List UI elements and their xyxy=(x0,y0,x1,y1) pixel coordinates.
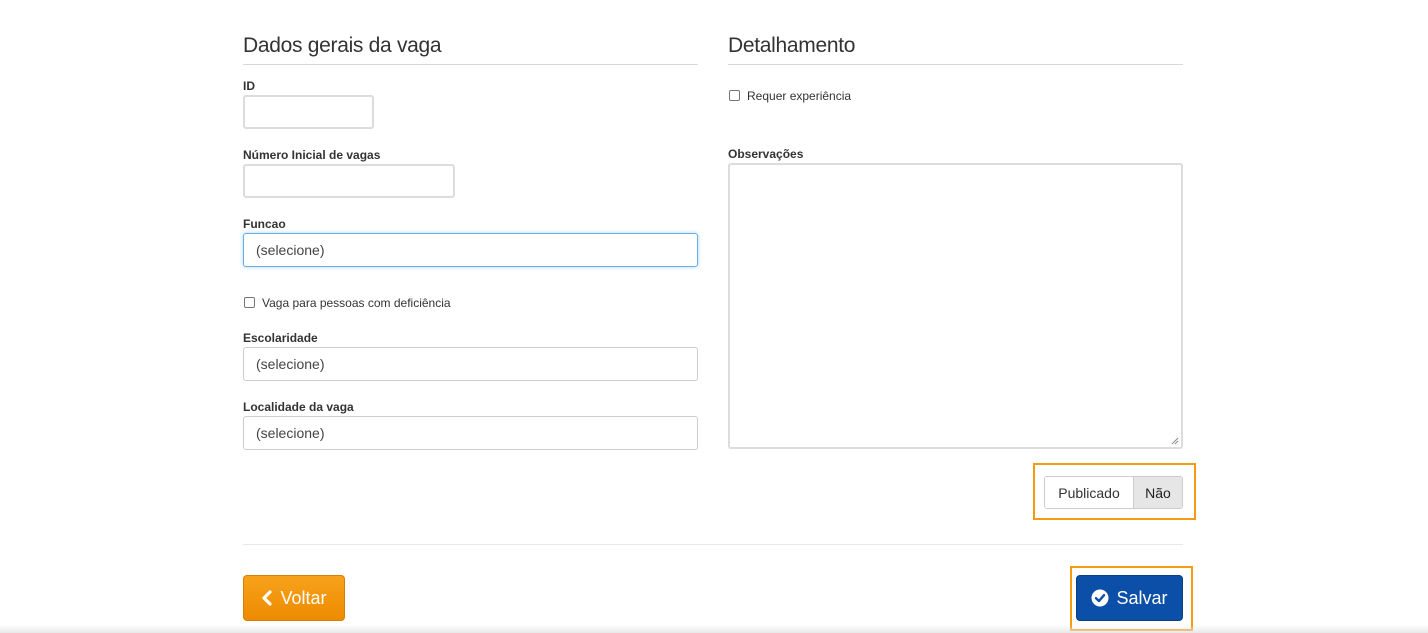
observacoes-textarea[interactable] xyxy=(728,163,1183,449)
section-title-dados-gerais: Dados gerais da vaga xyxy=(243,34,442,57)
observacoes-label: Observações xyxy=(728,147,804,161)
back-button-label: Voltar xyxy=(280,587,327,608)
section-divider-left xyxy=(243,64,698,65)
id-label: ID xyxy=(243,79,255,93)
funcao-label: Funcao xyxy=(243,217,286,231)
publish-toggle[interactable]: Publicado Não xyxy=(1044,476,1183,509)
section-title-detalhamento: Detalhamento xyxy=(728,34,856,57)
requer-experiencia-checkbox[interactable] xyxy=(729,90,740,101)
numero-vagas-label: Número Inicial de vagas xyxy=(243,148,381,162)
pcd-checkbox[interactable] xyxy=(244,297,255,308)
localidade-select[interactable]: (selecione) xyxy=(243,416,698,450)
chevron-left-icon xyxy=(262,590,273,606)
page-bottom-shadow xyxy=(0,625,1428,633)
funcao-select-value: (selecione) xyxy=(256,242,325,258)
resize-grip-icon[interactable] xyxy=(1171,437,1179,445)
publish-toggle-label[interactable]: Publicado xyxy=(1045,477,1133,508)
funcao-select[interactable]: (selecione) xyxy=(243,233,698,267)
save-button-label: Salvar xyxy=(1116,587,1168,608)
section-divider-right xyxy=(728,64,1183,65)
escolaridade-select-value: (selecione) xyxy=(256,356,325,372)
publish-toggle-value[interactable]: Não xyxy=(1133,477,1182,508)
numero-vagas-field[interactable] xyxy=(243,164,455,198)
localidade-label: Localidade da vaga xyxy=(243,400,354,414)
save-button[interactable]: Salvar xyxy=(1076,575,1183,621)
check-circle-icon xyxy=(1091,589,1109,607)
escolaridade-select[interactable]: (selecione) xyxy=(243,347,698,381)
pcd-checkbox-label: Vaga para pessoas com deficiência xyxy=(262,296,451,310)
footer-divider xyxy=(243,544,1183,545)
id-field[interactable] xyxy=(243,95,374,129)
escolaridade-label: Escolaridade xyxy=(243,331,318,345)
localidade-select-value: (selecione) xyxy=(256,425,325,441)
requer-experiencia-label: Requer experiência xyxy=(747,89,852,103)
back-button[interactable]: Voltar xyxy=(243,575,345,621)
